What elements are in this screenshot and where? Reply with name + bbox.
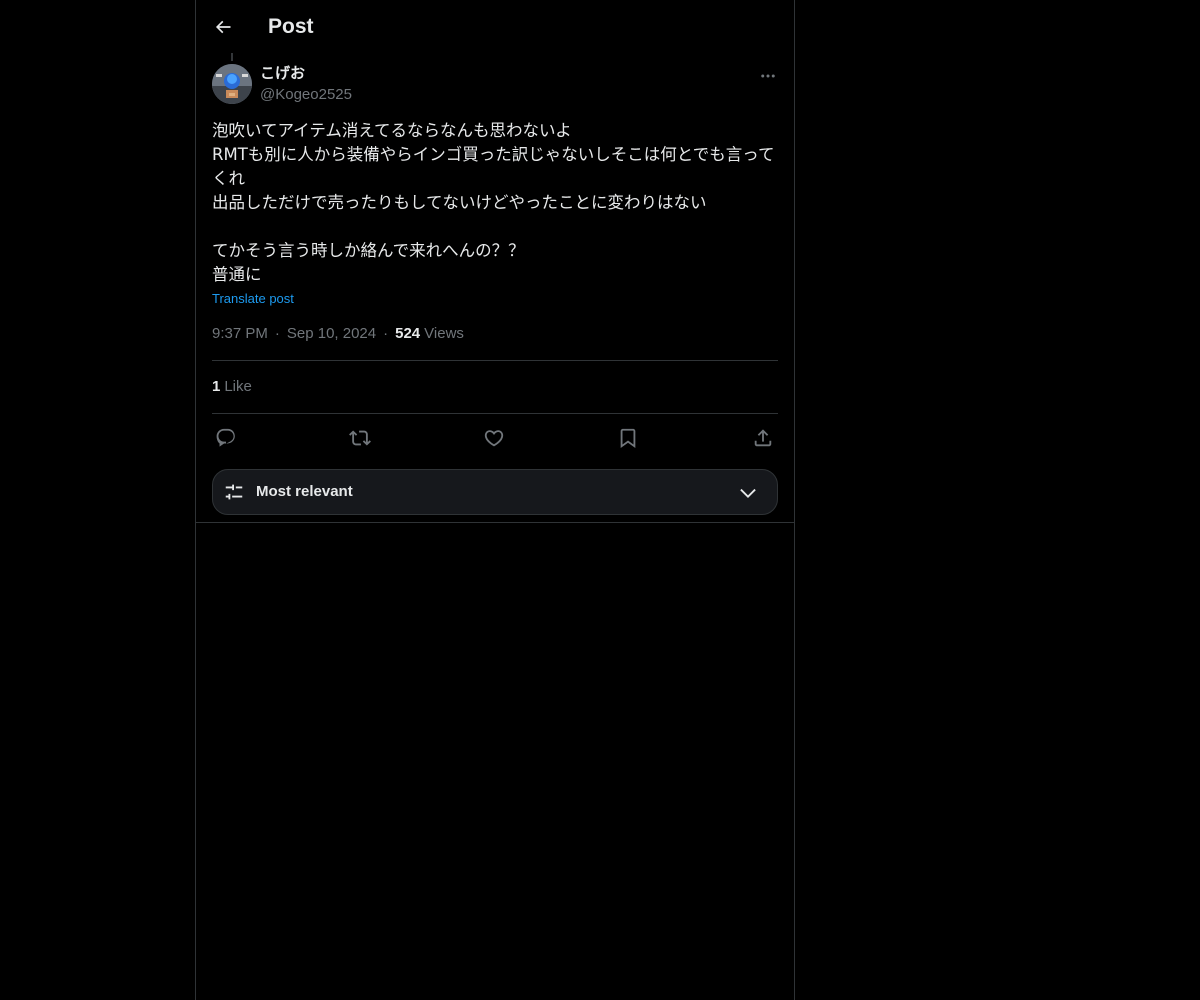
share-button[interactable] <box>749 424 777 452</box>
sliders-icon <box>225 484 243 500</box>
divider <box>212 360 778 361</box>
post-metadata: 9:37 PM · Sep 10, 2024 · 524 Views <box>212 324 464 344</box>
sort-label: Most relevant <box>256 483 353 500</box>
reply-button[interactable] <box>212 424 240 452</box>
separator-dot: · <box>274 325 280 342</box>
post-actions-bar <box>212 424 778 452</box>
bookmark-button[interactable] <box>614 424 642 452</box>
avatar[interactable] <box>212 64 252 104</box>
chevron-down-icon <box>740 488 756 498</box>
author-handle[interactable]: @Kogeo2525 <box>260 85 352 105</box>
views-label: Views <box>424 325 464 342</box>
likes-label: Like <box>224 378 252 395</box>
reply-icon <box>216 428 235 447</box>
back-button[interactable] <box>208 10 238 44</box>
section-divider <box>196 522 794 523</box>
likes-count: 1 <box>212 378 221 395</box>
thread-connector-line <box>231 53 233 61</box>
likes-summary[interactable]: 1 Like <box>212 377 252 397</box>
share-icon <box>754 429 772 447</box>
views-count: 524 <box>395 325 421 342</box>
replies-sort-dropdown[interactable]: Most relevant <box>212 469 778 515</box>
translate-post-link[interactable]: Translate post <box>212 290 294 308</box>
more-options-button[interactable] <box>756 64 780 88</box>
bookmark-icon <box>620 428 636 449</box>
more-horizontal-icon <box>761 74 775 78</box>
divider <box>212 413 778 414</box>
author-name[interactable]: こげお <box>260 64 305 84</box>
repost-button[interactable] <box>346 424 374 452</box>
post-text: 泡吹いてアイテム消えてるならなんも思わないよ RMTも別に人から装備やらインゴ買… <box>212 121 775 284</box>
like-button[interactable] <box>480 424 508 452</box>
heart-icon <box>484 430 504 447</box>
repost-icon <box>349 430 371 446</box>
page-title: Post <box>268 15 314 38</box>
separator-dot: · <box>383 325 389 342</box>
post-detail-column: Post こげお @Kogeo2525 泡吹いてアイテム消えてるならなんも思わな… <box>195 0 795 1000</box>
page-header: Post <box>196 0 794 53</box>
post-time[interactable]: 9:37 PM <box>212 324 268 344</box>
post-date[interactable]: Sep 10, 2024 <box>287 324 376 344</box>
arrow-left-icon <box>215 20 231 34</box>
